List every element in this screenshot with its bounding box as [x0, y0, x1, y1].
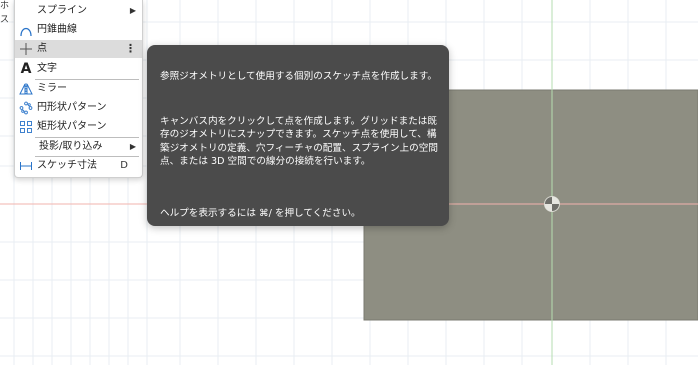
menu-item-conic-curve[interactable]: 円錐曲線: [15, 21, 142, 39]
menu-item-label: 点: [37, 43, 47, 54]
menu-item-mirror[interactable]: ミラー: [15, 80, 142, 98]
submenu-arrow-icon: ▶: [129, 142, 136, 151]
conic-curve-icon: [19, 23, 33, 37]
menu-item-label: 円錐曲線: [37, 24, 77, 35]
point-icon: [19, 42, 33, 56]
tooltip-help: ヘルプを表示するには ⌘/ を押してください。: [160, 208, 361, 219]
menu-item-label: 文字: [37, 63, 57, 74]
menu-item-label: 円形状パターン: [37, 102, 107, 113]
menu-item-label: ミラー: [37, 83, 67, 94]
tooltip-body: キャンバス内をクリックして点を作成します。グリッドまたは既存のジオメトリにスナッ…: [160, 116, 438, 168]
tooltip-point: 参照ジオメトリとして使用する個別のスケッチ点を作成します。 キャンバス内をクリッ…: [147, 45, 449, 226]
partial-label-top: ホ: [0, 1, 10, 11]
submenu-arrow-icon: ▶: [129, 6, 136, 15]
sketch-create-dropdown-menu: スプライン ▶ 円錐曲線 点 ⋮ A 文字 ミラー 円形状パターン 矩形状パター: [14, 0, 143, 178]
menu-item-rectangular-pattern[interactable]: 矩形状パターン: [15, 118, 142, 136]
tooltip-title: 参照ジオメトリとして使用する個別のスケッチ点を作成します。: [160, 71, 437, 82]
mirror-icon: [19, 82, 33, 96]
text-icon: A: [20, 61, 32, 77]
partial-toolbar-text: ホ ス: [0, 0, 14, 28]
menu-item-text[interactable]: A 文字: [15, 60, 142, 78]
shortcut-key: D: [120, 160, 128, 171]
menu-item-label: 矩形状パターン: [37, 121, 107, 132]
sketch-dimension-icon: [19, 159, 33, 173]
menu-item-label: 投影/取り込み: [39, 141, 103, 152]
menu-item-label: スケッチ寸法: [37, 160, 97, 171]
more-options-icon[interactable]: ⋮: [125, 42, 136, 56]
partial-label-bottom: ス: [0, 15, 10, 25]
circular-pattern-icon: [19, 101, 33, 115]
menu-item-project-include[interactable]: 投影/取り込み ▶: [15, 138, 142, 156]
origin-icon[interactable]: [544, 196, 560, 212]
menu-item-label: スプライン: [37, 5, 87, 16]
rectangular-pattern-icon: [19, 120, 33, 134]
menu-item-point[interactable]: 点 ⋮: [15, 40, 142, 58]
menu-item-sketch-dimension[interactable]: スケッチ寸法 D: [15, 157, 142, 175]
menu-item-spline[interactable]: スプライン ▶: [15, 2, 142, 20]
menu-item-circular-pattern[interactable]: 円形状パターン: [15, 99, 142, 117]
